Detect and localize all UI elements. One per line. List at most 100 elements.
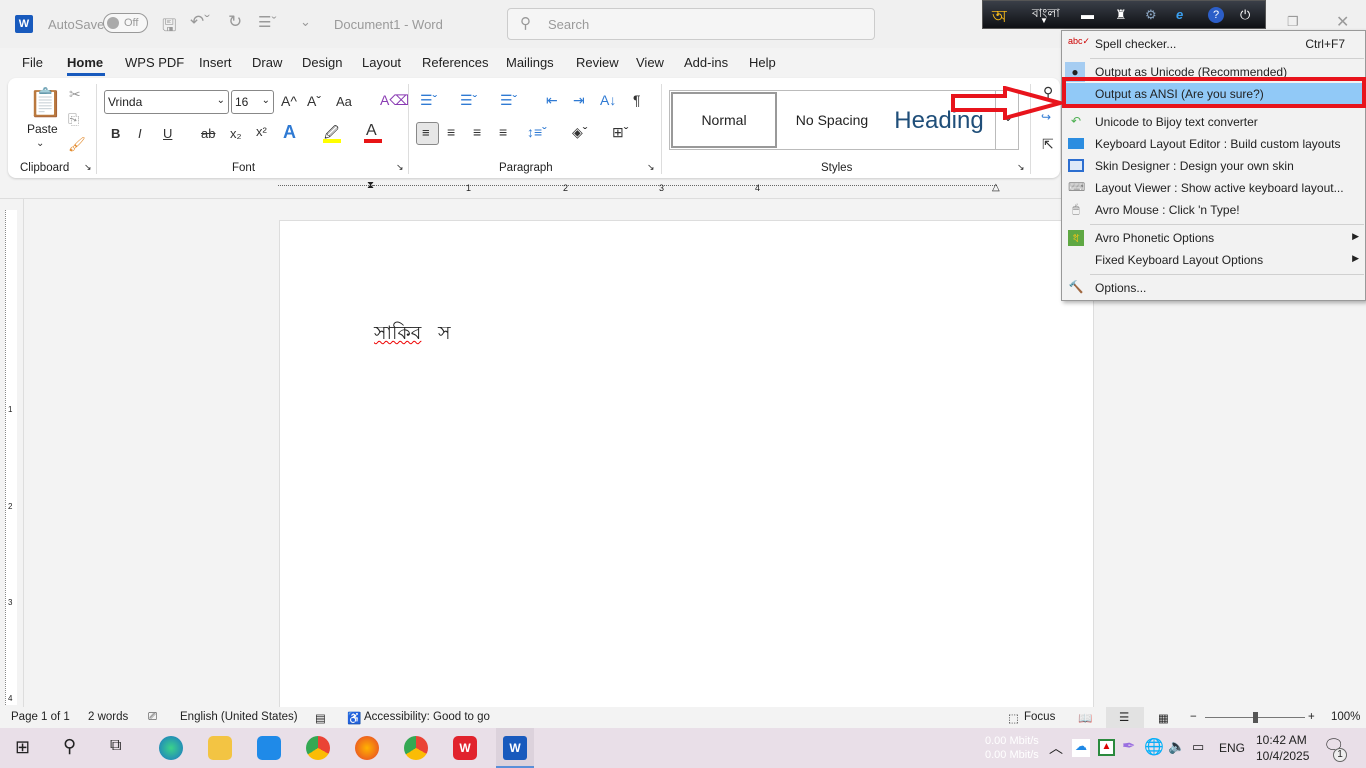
align-left-button[interactable]: ≡ xyxy=(416,122,439,145)
accessibility-status[interactable]: Accessibility: Good to go xyxy=(364,711,490,723)
menu-item-spell-checker[interactable]: abc✓ Spell checker... Ctrl+F7 xyxy=(1062,33,1365,55)
volume-icon[interactable]: 🔈 xyxy=(1168,738,1185,755)
change-case-button[interactable]: Aa xyxy=(336,94,352,109)
bullets-icon[interactable]: ☰ˇ xyxy=(420,92,437,109)
tab-file[interactable]: File xyxy=(22,55,43,70)
tab-review[interactable]: Review xyxy=(576,55,619,70)
copy-icon[interactable]: ⎘ xyxy=(68,111,79,128)
close-icon[interactable]: ✕ xyxy=(1336,12,1349,32)
document-text-word[interactable]: সাকিব xyxy=(374,319,421,351)
numbering-icon[interactable]: ☰ˇ xyxy=(460,92,477,109)
bold-button[interactable]: B xyxy=(111,126,120,141)
vertical-ruler[interactable]: 1 2 3 4 xyxy=(5,210,17,705)
focus-button[interactable]: Focus xyxy=(1024,711,1055,723)
power-icon[interactable]: ⏻ xyxy=(1240,7,1250,23)
justify-icon[interactable]: ≡ xyxy=(499,124,507,140)
menu-item-fixed-keyboard-options[interactable]: Fixed Keyboard Layout Options ▶ xyxy=(1062,249,1365,271)
styles-launcher-icon[interactable]: ↘ xyxy=(1017,162,1025,173)
word-taskbar-button[interactable]: W xyxy=(496,728,534,768)
file-explorer-icon[interactable] xyxy=(208,736,232,760)
help-icon[interactable]: ? xyxy=(1208,7,1224,23)
edge-icon[interactable] xyxy=(159,736,183,760)
subscript-button[interactable]: x₂ xyxy=(230,126,242,141)
clear-formatting-icon[interactable]: A⌫ xyxy=(380,92,409,109)
web-layout-icon[interactable]: ▦ xyxy=(1158,711,1169,725)
customize-qat-icon[interactable]: ⌄ xyxy=(300,14,311,30)
indent-marker-icon[interactable]: ⧗ xyxy=(367,180,374,191)
read-mode-icon[interactable]: 📖 xyxy=(1078,711,1092,725)
font-launcher-icon[interactable]: ↘ xyxy=(396,162,404,173)
format-painter-icon[interactable]: 🖌 xyxy=(68,136,86,153)
paste-dropdown-icon[interactable]: ⌄ xyxy=(36,138,44,149)
tab-insert[interactable]: Insert xyxy=(199,55,232,70)
decrease-indent-icon[interactable]: ⇤ xyxy=(546,92,558,109)
save-icon[interactable]: 🖫 xyxy=(162,13,176,42)
shading-icon[interactable]: ◈ˇ xyxy=(572,124,587,141)
menu-item-layout-viewer[interactable]: ⌨ Layout Viewer : Show active keyboard la… xyxy=(1062,177,1365,199)
print-layout-button[interactable]: ☰ xyxy=(1106,707,1144,728)
cut-icon[interactable]: ✂ xyxy=(69,86,81,103)
task-view-icon[interactable]: ⧉ xyxy=(110,737,121,755)
restore-icon[interactable]: ❐ xyxy=(1287,14,1299,30)
tab-help[interactable]: Help xyxy=(749,55,776,70)
page-count[interactable]: Page 1 of 1 xyxy=(11,711,70,723)
cloud-icon[interactable]: ☁ xyxy=(1072,739,1090,757)
text-predictions-icon[interactable]: ▤ xyxy=(315,711,326,725)
grow-font-icon[interactable]: A^ xyxy=(281,93,297,109)
zoom-level[interactable]: 100% xyxy=(1331,711,1360,723)
tab-draw[interactable]: Draw xyxy=(252,55,282,70)
redo-icon[interactable]: ↻ xyxy=(228,12,242,32)
chrome-profile-icon[interactable] xyxy=(404,736,428,760)
menu-item-unicode-to-bijoy[interactable]: ↶ Unicode to Bijoy text converter xyxy=(1062,111,1365,133)
video-app-icon[interactable] xyxy=(257,736,281,760)
menu-item-keyboard-layout-editor[interactable]: Keyboard Layout Editor : Build custom la… xyxy=(1062,133,1365,155)
keyboard-layout-icon[interactable]: ▬ xyxy=(1081,7,1094,22)
windows-start-icon[interactable]: ⊞ xyxy=(15,737,30,758)
zoom-slider-thumb[interactable] xyxy=(1253,712,1258,723)
pdf-app-icon[interactable]: ▲ xyxy=(1098,739,1115,756)
font-color-icon[interactable]: A xyxy=(366,122,377,140)
input-language[interactable]: ENG xyxy=(1219,741,1245,755)
clock-time[interactable]: 10:42 AM xyxy=(1256,733,1307,747)
network-globe-icon[interactable]: 🌐 xyxy=(1144,737,1164,757)
tab-add-ins[interactable]: Add-ins xyxy=(684,55,728,70)
autosave-toggle[interactable]: Off xyxy=(103,13,148,33)
strikethrough-button[interactable]: ab xyxy=(201,126,215,141)
tab-references[interactable]: References xyxy=(422,55,488,70)
menu-item-phonetic-options[interactable]: ধ Avro Phonetic Options ▶ xyxy=(1062,227,1365,249)
proofing-icon[interactable]: ⎚ xyxy=(148,711,157,724)
battery-icon[interactable]: ▭ xyxy=(1192,739,1204,755)
text-effects-icon[interactable]: A xyxy=(283,122,296,143)
borders-icon[interactable]: ⊞ˇ xyxy=(612,124,628,141)
tab-mailings[interactable]: Mailings xyxy=(506,55,554,70)
word-count[interactable]: 2 words xyxy=(88,711,128,723)
wps-office-icon[interactable]: W xyxy=(453,736,477,760)
align-center-icon[interactable]: ≡ xyxy=(447,124,455,140)
web-browser-icon[interactable]: e xyxy=(1176,7,1183,22)
language-status[interactable]: English (United States) xyxy=(180,711,298,723)
style-no-spacing[interactable]: No Spacing xyxy=(780,92,884,148)
tab-design[interactable]: Design xyxy=(302,55,342,70)
menu-item-avro-mouse[interactable]: 🖱 Avro Mouse : Click 'n Type! xyxy=(1062,199,1365,221)
avro-mouse-icon[interactable]: ♜ xyxy=(1115,7,1127,23)
search-box[interactable]: ⚲ Search xyxy=(507,8,875,40)
undo-icon[interactable]: ↶ˇ xyxy=(190,12,210,32)
search-icon[interactable]: ⚲ xyxy=(63,736,76,757)
menu-item-skin-designer[interactable]: Skin Designer : Design your own skin xyxy=(1062,155,1365,177)
tab-view[interactable]: View xyxy=(636,55,664,70)
list-icon[interactable]: ☰ˇ xyxy=(258,13,276,31)
zoom-slider[interactable] xyxy=(1205,712,1305,723)
align-right-icon[interactable]: ≡ xyxy=(473,124,481,140)
tab-layout[interactable]: Layout xyxy=(362,55,401,70)
select-icon[interactable]: ⇱ xyxy=(1042,136,1054,153)
paste-button[interactable]: Paste xyxy=(27,122,58,136)
font-size-select[interactable]: 16 ⌄ xyxy=(231,90,274,114)
document-text-word[interactable]: স xyxy=(438,319,451,351)
increase-indent-icon[interactable]: ⇥ xyxy=(573,92,585,109)
clipboard-launcher-icon[interactable]: ↘ xyxy=(84,162,92,173)
feather-icon[interactable]: ✒ xyxy=(1122,736,1135,756)
show-formatting-icon[interactable]: ¶ xyxy=(633,92,641,108)
tab-wps-pdf[interactable]: WPS PDF xyxy=(125,55,184,70)
underline-button[interactable]: U xyxy=(163,126,172,141)
right-indent-marker-icon[interactable]: △ xyxy=(992,182,1000,193)
